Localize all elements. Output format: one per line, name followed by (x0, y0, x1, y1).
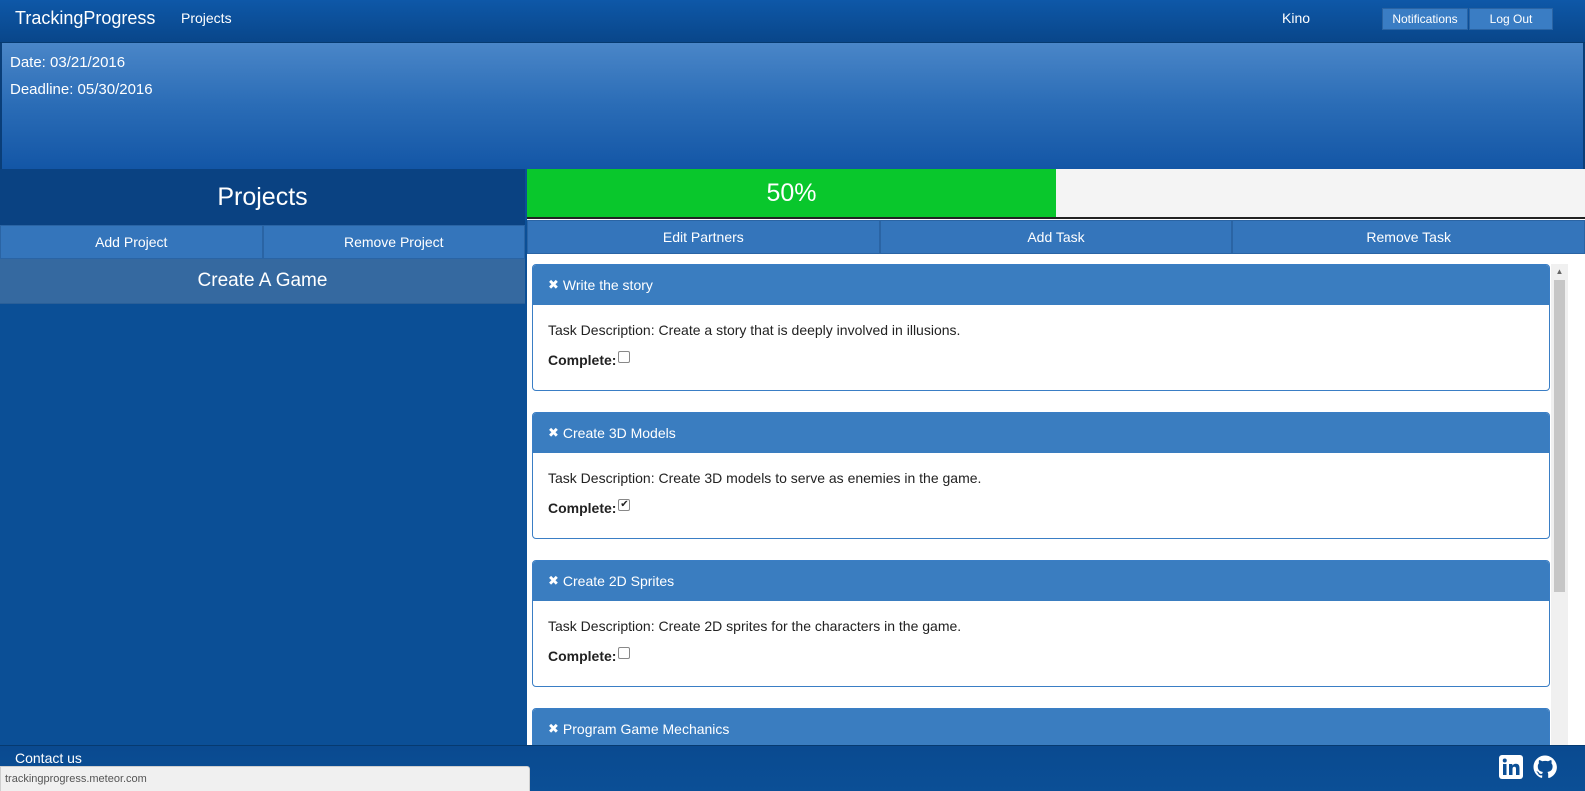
delete-task-icon[interactable]: ✖ (548, 425, 559, 441)
progress-bar: 50% (527, 169, 1585, 219)
task-card: ✖ Create 2D Sprites Task Description: Cr… (532, 560, 1550, 687)
delete-task-icon[interactable]: ✖ (548, 573, 559, 589)
task-title: Program Game Mechanics (562, 721, 730, 737)
contact-us-link[interactable]: Contact us (15, 750, 82, 766)
task-description: Task Description: Create a story that is… (548, 322, 961, 338)
remove-task-button[interactable]: Remove Task (1232, 220, 1585, 254)
logout-button[interactable]: Log Out (1469, 8, 1553, 30)
user-name[interactable]: Kino (1282, 10, 1310, 26)
task-body: Task Description: Create 2D sprites for … (533, 601, 1549, 686)
notifications-button[interactable]: Notifications (1382, 8, 1468, 30)
task-description: Task Description: Create 3D models to se… (548, 470, 982, 486)
complete-label: Complete: (548, 648, 617, 664)
complete-label: Complete: (548, 352, 617, 368)
nav-button-group: Notifications Log Out (1382, 8, 1553, 30)
remove-project-button[interactable]: Remove Project (262, 225, 525, 259)
scroll-up-arrow-icon[interactable]: ▲ (1551, 264, 1568, 278)
edit-partners-button[interactable]: Edit Partners (527, 220, 880, 254)
projects-sidebar: Projects Add Project Remove Project Crea… (0, 169, 525, 745)
task-header: ✖ Create 2D Sprites (533, 561, 1549, 601)
progress-fill: 50% (527, 169, 1056, 217)
task-card: ✖ Create 3D Models Task Description: Cre… (532, 412, 1550, 539)
task-body: Task Description: Create 3D models to se… (533, 453, 1549, 538)
project-header: Date: 03/21/2016 Deadline: 05/30/2016 (0, 43, 1585, 169)
linkedin-icon[interactable] (1498, 754, 1524, 780)
footer: Contact us trackingprogress.meteor.com (0, 745, 1585, 791)
task-actions: Edit Partners Add Task Remove Task (527, 220, 1585, 254)
task-title: Write the story (562, 277, 653, 293)
task-header: ✖ Create 3D Models (533, 413, 1549, 453)
add-project-button[interactable]: Add Project (0, 225, 263, 259)
task-header: ✖ Write the story (533, 265, 1549, 305)
scrollbar-thumb[interactable] (1554, 280, 1565, 592)
project-actions: Add Project Remove Project (0, 225, 525, 259)
task-header: ✖ Program Game Mechanics (533, 709, 1549, 745)
task-title: Create 3D Models (562, 425, 676, 441)
complete-label: Complete: (548, 500, 617, 516)
task-title: Create 2D Sprites (562, 573, 675, 589)
project-detail: 50% Edit Partners Add Task Remove Task ✖… (527, 169, 1585, 745)
task-complete-checkbox[interactable] (618, 351, 631, 363)
project-date: Date: 03/21/2016 (10, 54, 126, 71)
github-icon[interactable] (1532, 754, 1558, 780)
task-body: Task Description: Create a story that is… (533, 305, 1549, 390)
project-deadline: Deadline: 05/30/2016 (10, 81, 153, 98)
delete-task-icon[interactable]: ✖ (548, 721, 559, 737)
add-task-button[interactable]: Add Task (879, 220, 1233, 254)
task-complete-checkbox[interactable] (618, 647, 631, 659)
task-complete-row: Complete: (548, 647, 1534, 664)
task-list: ✖ Write the story Task Description: Crea… (532, 264, 1550, 745)
nav-projects-link[interactable]: Projects (181, 10, 232, 26)
task-card: ✖ Program Game Mechanics (532, 708, 1550, 745)
task-complete-row: Complete: ✔ (548, 499, 1534, 516)
task-card: ✖ Write the story Task Description: Crea… (532, 264, 1550, 391)
task-complete-checkbox[interactable]: ✔ (618, 499, 631, 511)
task-list-scrollbar[interactable]: ▲ (1551, 264, 1568, 745)
task-complete-row: Complete: (548, 351, 1534, 368)
project-list-item[interactable]: Create A Game (0, 259, 525, 304)
projects-title: Projects (0, 169, 525, 225)
delete-task-icon[interactable]: ✖ (548, 277, 559, 293)
status-bar-url: trackingprogress.meteor.com (0, 766, 530, 791)
task-description: Task Description: Create 2D sprites for … (548, 618, 962, 634)
top-navbar: TrackingProgress Projects Kino Notificat… (0, 0, 1585, 43)
brand-logo[interactable]: TrackingProgress (15, 8, 155, 29)
